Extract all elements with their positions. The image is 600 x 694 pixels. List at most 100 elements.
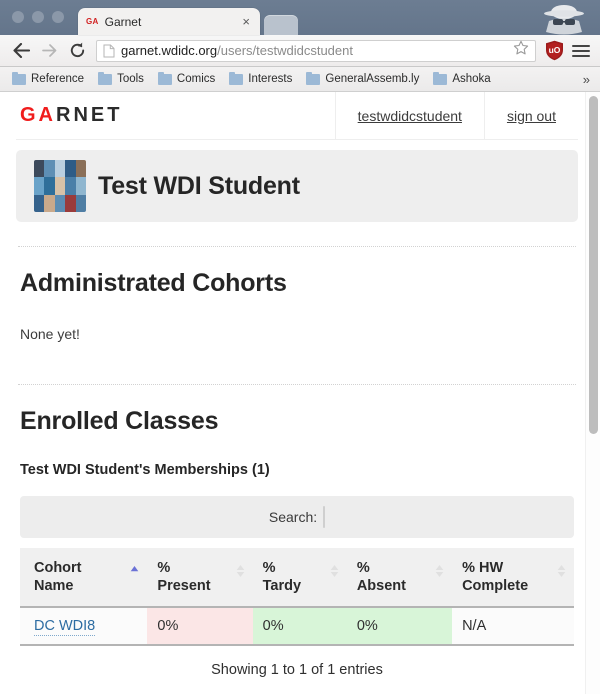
header-line-2: Name [34,578,74,595]
window-controls[interactable] [12,11,64,23]
bookmarks-bar: Reference Tools Comics Interests General… [0,67,600,92]
tab-close-icon[interactable]: × [240,15,252,28]
header-line-1: % [157,560,171,576]
header-line-2: Absent [356,578,406,595]
site-nav-links: testwdidcstudent sign out [334,92,578,139]
header-line-2: Present [157,578,211,595]
hamburger-menu-icon[interactable] [572,44,590,57]
section-heading: Administrated Cohorts [20,269,287,297]
header-line-1: % [262,560,276,576]
bookmark-tools[interactable]: Tools [92,71,150,87]
browser-toolbar: garnet.wdidc.org/users/testwdidcstudent … [0,35,600,67]
menu-line [572,54,590,57]
logo-ga: GA [20,104,56,126]
url-path: /users/testwdidcstudent [217,43,353,58]
table-head: Cohort Name % Present % Tardy % Absent %… [20,548,574,609]
datatable-search-wrapper: Search: [20,496,574,538]
cell-percent-present: 0% [147,607,253,647]
site-logo-garnet[interactable]: GA RNET [16,92,122,139]
bookmark-label: GeneralAssemb.ly [325,73,420,85]
search-input[interactable] [323,506,326,528]
tab-favicon-ga: GA [86,17,99,26]
column-header-percent-absent[interactable]: % Absent [346,548,453,609]
bookmark-comics[interactable]: Comics [152,71,221,87]
bookmark-reference[interactable]: Reference [6,71,90,87]
divider [18,384,576,385]
folder-icon [229,71,244,85]
svg-text:uO: uO [548,45,560,55]
logo-rnet: RNET [56,104,123,126]
menu-line [572,44,590,47]
section-enrolled-classes: Enrolled Classes Test WDI Student's Memb… [16,407,578,678]
reload-button[interactable] [64,38,90,64]
cell-percent-tardy: 0% [252,607,347,647]
folder-icon [98,71,113,85]
page-scrollbar[interactable] [585,92,600,694]
bookmark-ashoka[interactable]: Ashoka [427,71,496,87]
sort-indicator-none-icon[interactable] [236,564,245,578]
bookmark-interests[interactable]: Interests [223,71,298,87]
bookmark-label: Interests [248,73,293,85]
table-body: DC WDI8 0% 0% 0% N/A [20,607,574,647]
address-bar-url: garnet.wdidc.org/users/testwdidcstudent [121,43,353,58]
user-hero-panel: Test WDI Student [16,150,578,222]
page-document-icon [103,44,115,58]
memberships-subheading: Test WDI Student's Memberships (1) [20,462,270,478]
column-header-cohort-name[interactable]: Cohort Name [20,548,148,609]
column-header-percent-present[interactable]: % Present [147,548,253,609]
sort-indicator-asc-icon[interactable] [130,564,139,578]
cohort-link-dc-wdi8[interactable]: DC WDI8 [34,618,96,637]
divider [18,246,576,247]
page-scrollbar-thumb[interactable] [589,96,598,434]
site-navbar: GA RNET testwdidcstudent sign out [16,92,578,140]
header-line-1: Cohort [34,560,82,576]
header-line-1: % HW [462,560,504,576]
browser-window: GA Garnet × garnet.wdidc.org/users/testw… [0,0,600,694]
user-avatar-photo-collage [34,160,86,212]
back-button[interactable] [8,38,34,64]
address-bar[interactable]: garnet.wdidc.org/users/testwdidcstudent [96,39,536,62]
browser-titlebar: GA Garnet × [0,0,600,35]
sort-indicator-none-icon[interactable] [435,564,444,578]
nav-link-sign-out[interactable]: sign out [483,92,578,139]
administrated-empty-text: None yet! [20,326,80,342]
bookmark-generalassembly[interactable]: GeneralAssemb.ly [300,71,425,87]
table-row: DC WDI8 0% 0% 0% N/A [20,607,574,647]
bookmarks-overflow-button[interactable]: » [583,72,594,87]
nav-link-username[interactable]: testwdidcstudent [334,92,484,139]
bookmark-star-icon[interactable] [513,40,531,61]
section-heading: Enrolled Classes [20,407,219,435]
forward-button[interactable] [36,38,62,64]
browser-tab-garnet[interactable]: GA Garnet × [78,8,260,35]
close-window-button[interactable] [12,11,24,23]
cell-cohort-name: DC WDI8 [20,607,148,647]
bookmark-label: Tools [117,73,144,85]
incognito-spy-icon [536,1,592,35]
url-host: garnet.wdidc.org [121,43,218,58]
maximize-window-button[interactable] [52,11,64,23]
cell-percent-absent: 0% [346,607,453,647]
tab-title: Garnet [104,14,142,29]
bookmark-label: Comics [176,73,216,85]
folder-icon [157,71,172,85]
ublock-origin-shield-icon[interactable]: uO [544,40,564,62]
page-content: GA RNET testwdidcstudent sign out Test WD… [0,92,600,678]
memberships-table: Cohort Name % Present % Tardy % Absent %… [20,548,574,647]
section-administrated-cohorts: Administrated Cohorts None yet! [16,269,578,342]
column-header-percent-hw-complete[interactable]: % HW Complete [452,548,574,609]
header-line-2: Tardy [262,578,302,595]
new-tab-button[interactable] [264,15,298,35]
bookmark-label: Ashoka [452,73,491,85]
table-header-row: Cohort Name % Present % Tardy % Absent %… [20,548,574,609]
sort-indicator-none-icon[interactable] [557,564,566,578]
search-label: Search: [268,509,318,525]
folder-icon [433,71,448,85]
header-line-2: Complete [462,578,529,595]
page-title: Test WDI Student [98,171,300,200]
minimize-window-button[interactable] [32,11,44,23]
cell-percent-hw-complete: N/A [452,607,574,647]
folder-icon [12,71,26,85]
bookmark-label: Reference [31,73,85,85]
sort-indicator-none-icon[interactable] [330,564,339,578]
column-header-percent-tardy[interactable]: % Tardy [252,548,347,609]
